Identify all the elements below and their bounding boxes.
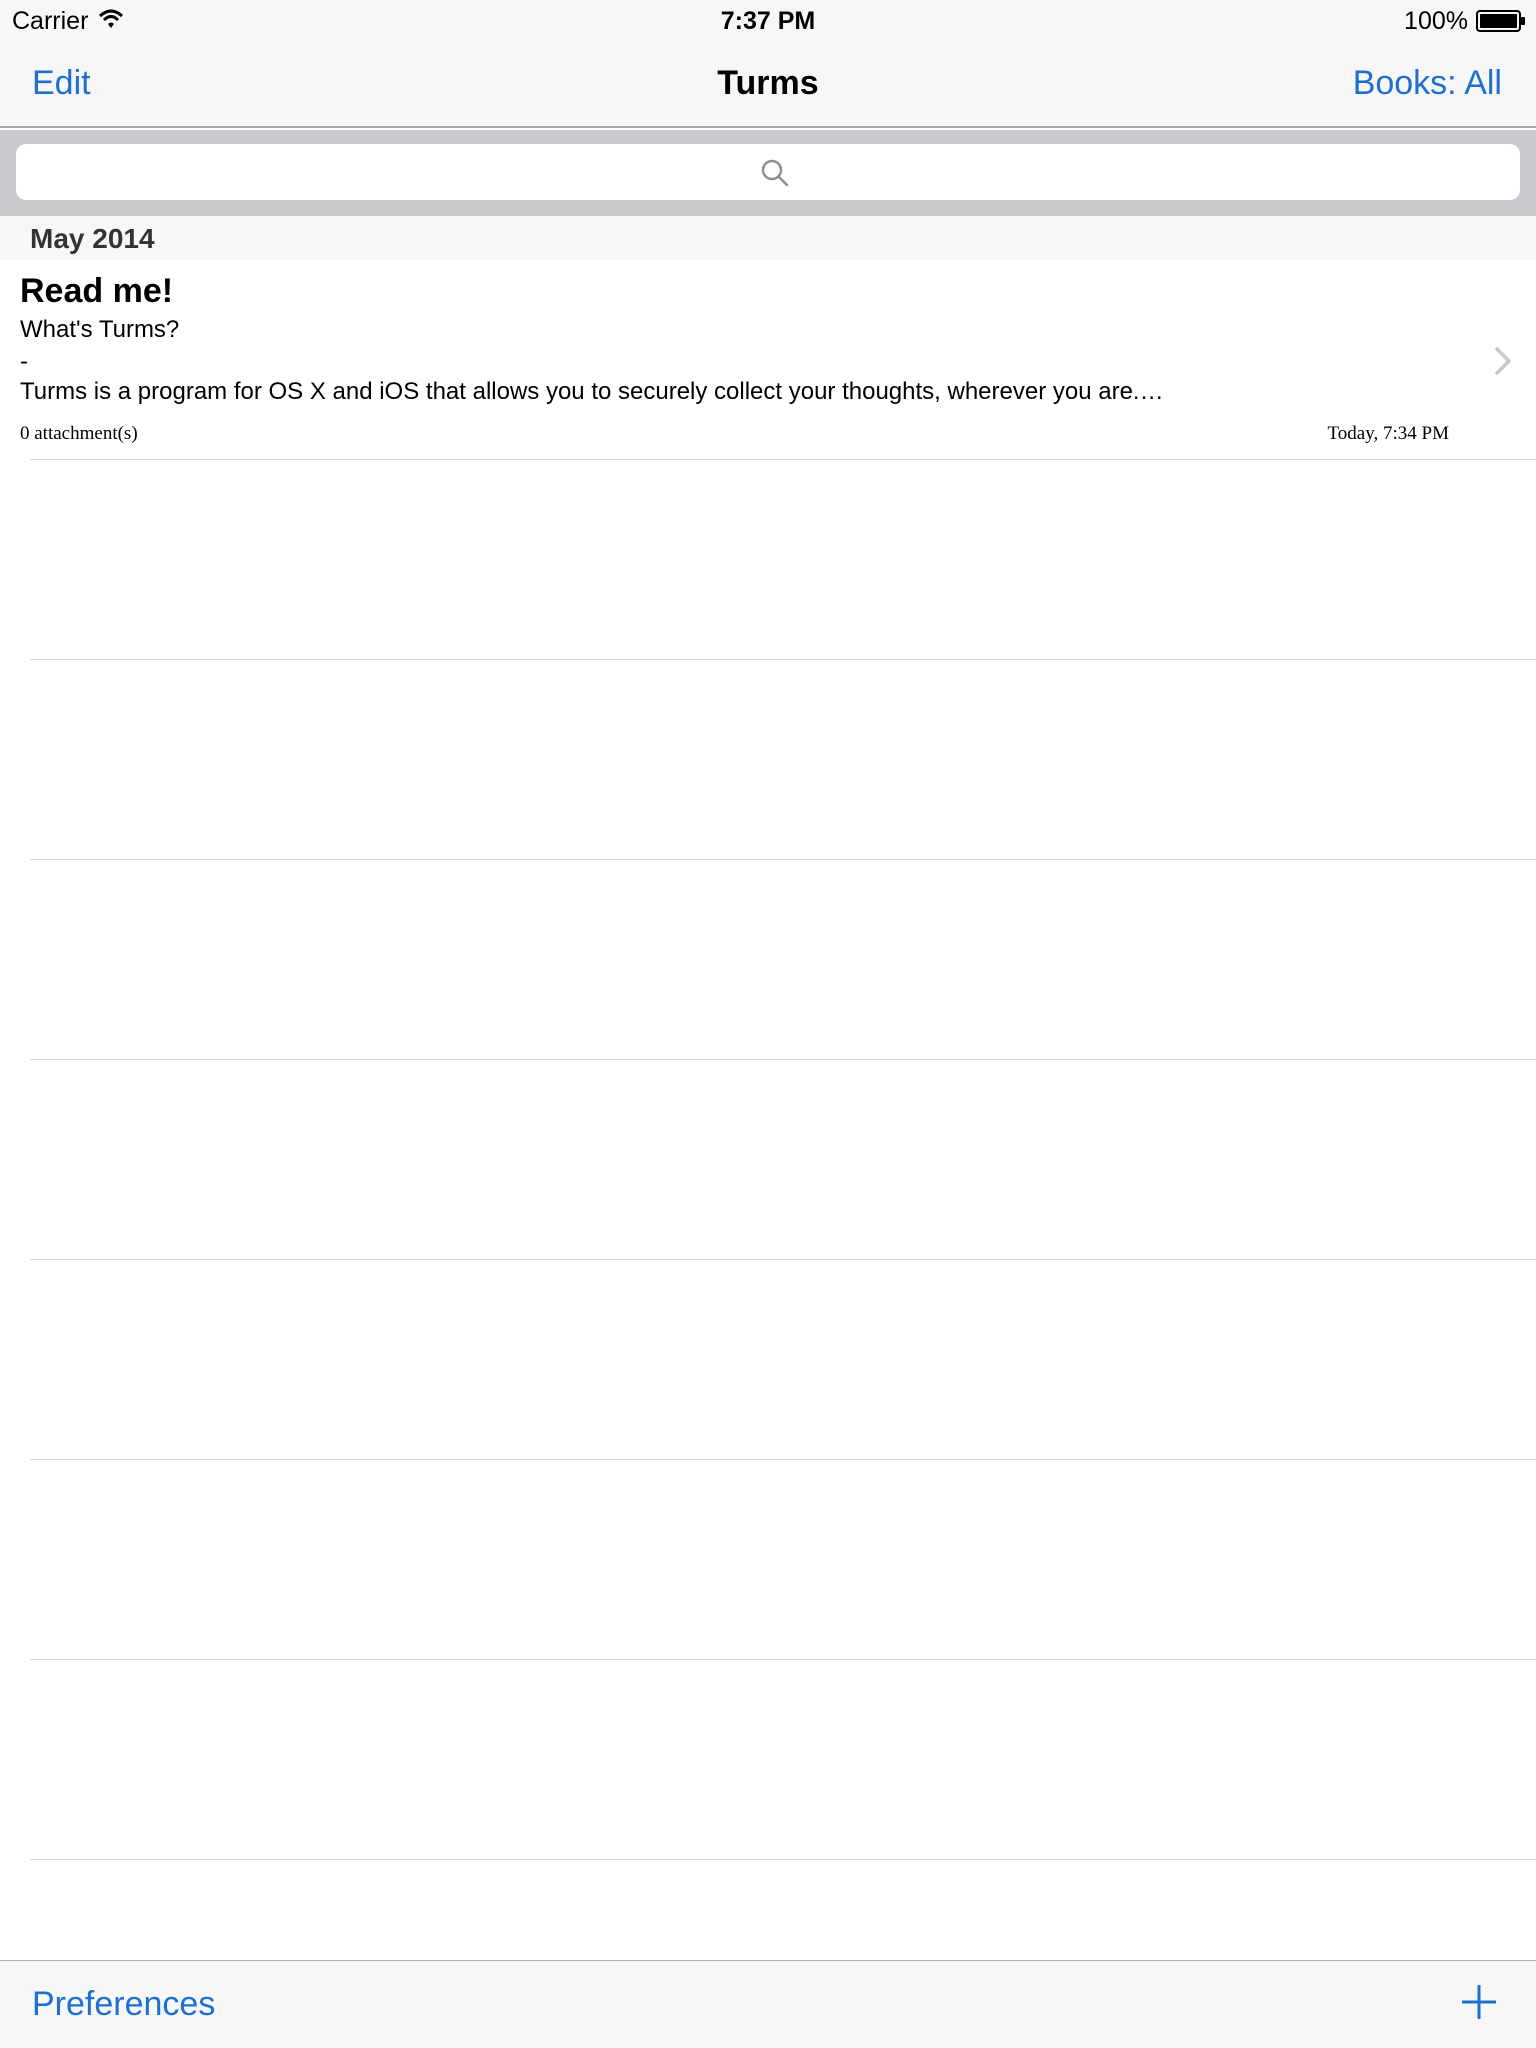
- navigation-bar: Edit Turms Books: All: [0, 40, 1536, 128]
- section-title: May 2014: [30, 223, 155, 254]
- row-separator: [30, 1659, 1536, 1660]
- note-date: Today, 7:34 PM: [1327, 423, 1449, 444]
- page-title: Turms: [717, 64, 819, 102]
- note-title: Read me!: [20, 272, 174, 310]
- row-separator: [30, 1459, 1536, 1460]
- chevron-right-icon: [1495, 347, 1511, 375]
- row-separator: [30, 859, 1536, 860]
- row-separator: [30, 659, 1536, 660]
- search-icon: [761, 159, 789, 187]
- status-bar: Carrier 7:37 PM 100%: [0, 0, 1536, 40]
- plus-icon[interactable]: [1460, 1983, 1498, 2021]
- search-input[interactable]: [16, 144, 1520, 200]
- row-separator: [30, 1859, 1536, 1860]
- note-attachments-count: 0 attachment(s): [20, 423, 138, 444]
- note-dash: -: [20, 348, 28, 375]
- note-row[interactable]: Read me! What's Turms? - Turms is a prog…: [0, 260, 1536, 460]
- bottom-toolbar: Preferences: [0, 1960, 1536, 2048]
- note-body-preview: Turms is a program for OS X and iOS that…: [20, 378, 1164, 405]
- row-separator: [30, 1259, 1536, 1260]
- battery-icon: [1476, 10, 1525, 32]
- row-separator: [30, 459, 1536, 460]
- status-time: 7:37 PM: [720, 7, 816, 35]
- battery-percentage: 100%: [1404, 7, 1468, 35]
- search-bar: [0, 130, 1536, 216]
- books-filter-button[interactable]: Books: All: [1353, 64, 1502, 103]
- screen: Carrier 7:37 PM 100% Edit Turms Books: A…: [0, 0, 1536, 2048]
- preferences-button[interactable]: Preferences: [32, 1985, 215, 2024]
- section-header: May 2014: [0, 216, 1536, 260]
- note-subtitle: What's Turms?: [20, 316, 180, 343]
- row-separator: [30, 1059, 1536, 1060]
